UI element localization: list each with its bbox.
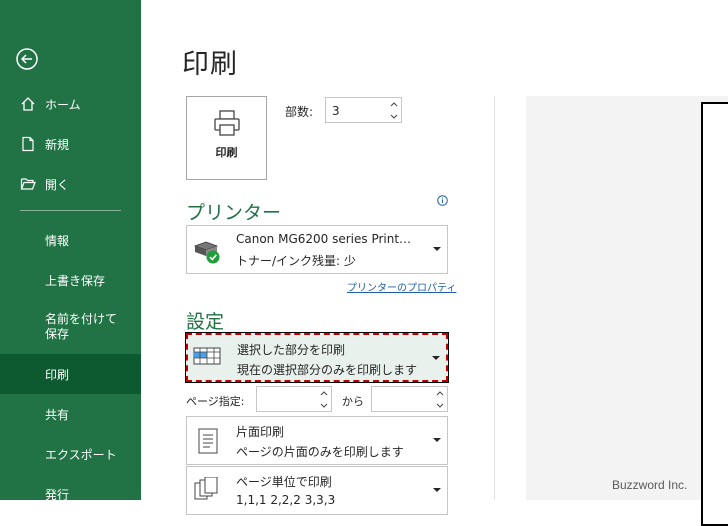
print-button-label: 印刷: [215, 146, 238, 159]
selection-grid-icon: [193, 347, 221, 365]
print-preview-area: [526, 96, 728, 500]
nav-save[interactable]: 上書き保存: [0, 260, 141, 300]
copies-label: 部数:: [285, 105, 314, 119]
caret-down-icon: [433, 438, 441, 442]
back-arrow-icon[interactable]: [16, 48, 38, 70]
chevron-down-icon[interactable]: [390, 114, 398, 119]
watermark: Buzzword Inc.: [612, 478, 688, 492]
copies-value: 3: [332, 104, 340, 118]
backstage-sidebar: ホーム 新規 開く 情報 上書き保存 名前を付けて保存 印刷 共有 エクスポート…: [0, 0, 141, 502]
nav-info[interactable]: 情報: [0, 220, 141, 260]
caret-down-icon: [432, 356, 440, 360]
new-document-icon: [22, 136, 34, 152]
chevron-down-icon[interactable]: [436, 403, 444, 408]
printer-icon: [214, 110, 240, 136]
caret-down-icon: [433, 488, 441, 492]
page-title: 印刷: [182, 49, 238, 80]
copies-stepper[interactable]: 3: [325, 97, 402, 123]
panel-divider: [494, 96, 495, 500]
nav-save-as-label: 名前を付けて保存: [45, 312, 118, 341]
pages-from-input[interactable]: [256, 386, 332, 412]
caret-down-icon: [433, 247, 441, 251]
printer-name: Canon MG6200 series Print…: [236, 232, 412, 246]
nav-open[interactable]: 開く: [0, 164, 141, 204]
home-icon: [21, 97, 35, 111]
collate-sub: 1,1,1 2,2,2 3,3,3: [236, 493, 336, 507]
nav-new[interactable]: 新規: [0, 124, 141, 164]
nav-home-label: ホーム: [45, 97, 81, 112]
nav-print[interactable]: 印刷: [0, 354, 141, 394]
printer-ready-icon: [193, 241, 220, 264]
chevron-up-icon[interactable]: [390, 101, 398, 107]
nav-export[interactable]: エクスポート: [0, 434, 141, 474]
printer-properties-link[interactable]: プリンターのプロパティ: [347, 279, 456, 294]
pages-label: ページ指定:: [186, 395, 245, 408]
sides-sub: ページの片面のみを印刷します: [236, 445, 404, 459]
single-sided-icon: [198, 428, 218, 454]
pages-to-label: から: [342, 395, 364, 408]
nav-publish[interactable]: 発行: [0, 474, 141, 514]
sides-dropdown[interactable]: 片面印刷 ページの片面のみを印刷します: [186, 416, 448, 465]
print-what-sub: 現在の選択部分のみを印刷します: [237, 363, 418, 377]
print-button[interactable]: 印刷: [186, 96, 267, 180]
chevron-up-icon[interactable]: [436, 390, 444, 396]
collate-main: ページ単位で印刷: [236, 475, 332, 489]
nav-export-label: エクスポート: [45, 447, 117, 462]
sides-main: 片面印刷: [236, 425, 285, 439]
collated-icon: [194, 477, 218, 500]
collate-dropdown[interactable]: ページ単位で印刷 1,1,1 2,2,2 3,3,3: [186, 466, 448, 515]
nav-open-label: 開く: [45, 177, 70, 192]
print-what-dropdown[interactable]: 選択した部分を印刷 現在の選択部分のみを印刷します: [185, 332, 449, 383]
printer-section-title: プリンター: [186, 202, 282, 224]
print-preview-page: [701, 102, 728, 526]
nav-info-label: 情報: [45, 233, 70, 248]
nav-share[interactable]: 共有: [0, 394, 141, 434]
nav-save-label: 上書き保存: [45, 273, 106, 288]
nav-share-label: 共有: [45, 407, 70, 422]
pages-to-input[interactable]: [371, 386, 448, 412]
chevron-up-icon[interactable]: [320, 390, 328, 396]
printer-dropdown[interactable]: Canon MG6200 series Print… トナー/インク残量: 少: [186, 225, 448, 274]
nav-new-label: 新規: [45, 137, 70, 152]
nav-save-as[interactable]: 名前を付けて保存: [0, 310, 141, 354]
chevron-down-icon[interactable]: [320, 403, 328, 408]
settings-section-title: 設定: [186, 311, 225, 333]
print-what-main: 選択した部分を印刷: [237, 343, 346, 357]
open-folder-icon: [20, 178, 36, 190]
info-icon[interactable]: [437, 195, 448, 206]
nav-home[interactable]: ホーム: [0, 84, 141, 124]
printer-status: トナー/インク残量: 少: [236, 254, 356, 268]
nav-print-label: 印刷: [45, 367, 70, 382]
sidebar-divider: [20, 210, 121, 211]
